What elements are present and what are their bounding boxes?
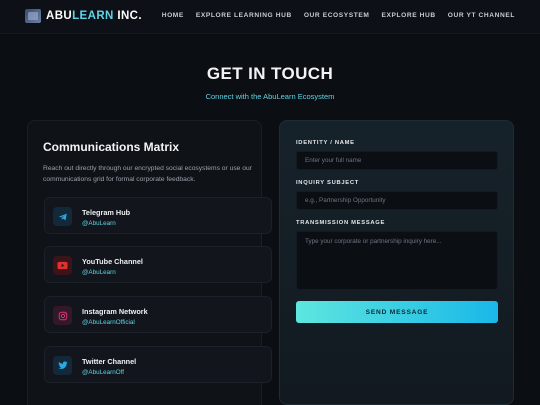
brand-highlight: LEARN xyxy=(72,10,114,22)
social-name: Telegram Hub xyxy=(82,208,131,217)
send-message-button[interactable]: SEND MESSAGE xyxy=(296,301,498,323)
social-item-twitter[interactable]: Twitter Channel @AbuLearnOff xyxy=(44,346,272,383)
name-input[interactable] xyxy=(296,151,498,170)
instagram-icon xyxy=(53,306,72,325)
communications-card: Communications Matrix Reach out directly… xyxy=(27,120,272,405)
contact-form-card: IDENTITY / NAME INQUIRY SUBJECT TRANSMIS… xyxy=(279,120,514,405)
social-item-instagram[interactable]: Instagram Network @AbuLearnOfficial xyxy=(44,296,272,333)
nav-link-explore-hub[interactable]: EXPLORE HUB xyxy=(382,12,436,19)
telegram-icon xyxy=(53,207,72,226)
nav-link-yt-channel[interactable]: OUR YT CHANNEL xyxy=(448,12,515,19)
social-handle: @AbuLearnOfficial xyxy=(82,319,135,326)
nav-link-our-ecosystem[interactable]: OUR ECOSYSTEM xyxy=(304,12,370,19)
subject-input[interactable] xyxy=(296,191,498,210)
nav-link-home[interactable]: HOME xyxy=(162,12,184,19)
brand-logo[interactable]: ABULEARN INC. xyxy=(25,9,142,23)
youtube-icon xyxy=(53,256,72,275)
nav-link-explore-learning-hub[interactable]: EXPLORE LEARNING HUB xyxy=(196,12,292,19)
message-textarea[interactable] xyxy=(296,231,498,290)
social-handle: @AbuLearnOff xyxy=(82,369,124,376)
nav-links: HOME EXPLORE LEARNING HUB OUR ECOSYSTEM … xyxy=(162,12,515,19)
top-navbar: ABULEARN INC. HOME EXPLORE LEARNING HUB … xyxy=(0,0,540,34)
page-subtitle: Connect with the AbuLearn Ecosystem xyxy=(205,92,335,101)
communications-title: Communications Matrix xyxy=(43,140,180,154)
social-handle: @AbuLearn xyxy=(82,220,116,227)
social-item-telegram[interactable]: Telegram Hub @AbuLearn xyxy=(44,197,272,234)
twitter-icon xyxy=(53,356,72,375)
message-label: TRANSMISSION MESSAGE xyxy=(296,220,386,226)
brand-suffix: INC. xyxy=(113,10,142,22)
brand-name: ABULEARN INC. xyxy=(46,10,142,22)
brand-prefix: ABU xyxy=(46,10,73,22)
page-title: GET IN TOUCH xyxy=(206,64,334,83)
identity-label: IDENTITY / NAME xyxy=(296,140,355,146)
social-name: Instagram Network xyxy=(82,307,148,316)
social-item-youtube[interactable]: YouTube Channel @AbuLearn xyxy=(44,246,272,283)
communications-description: Reach out directly through our encrypted… xyxy=(43,165,252,183)
social-name: Twitter Channel xyxy=(82,357,137,366)
subject-label: INQUIRY SUBJECT xyxy=(296,180,360,186)
social-handle: @AbuLearn xyxy=(82,269,116,276)
logo-icon xyxy=(25,9,41,23)
social-name: YouTube Channel xyxy=(82,257,143,266)
